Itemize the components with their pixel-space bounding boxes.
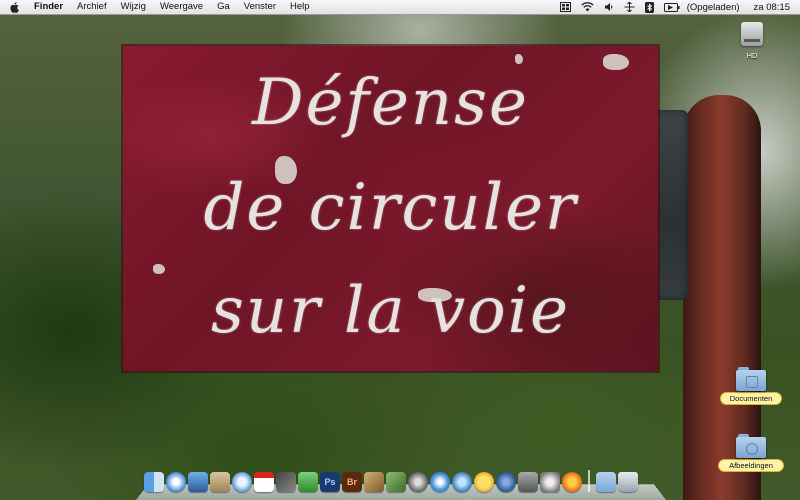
address-book-icon[interactable] [276, 472, 296, 492]
hard-drive-label: HD [746, 51, 758, 60]
hard-drive-desktop-icon[interactable]: HD [732, 20, 772, 60]
volume-icon[interactable] [599, 0, 619, 14]
quicktime-icon[interactable] [452, 472, 472, 492]
dock-icons: Ps Br [144, 470, 638, 492]
paint-chip [153, 264, 165, 274]
system-preferences-icon[interactable] [540, 472, 560, 492]
apple-menu-icon[interactable] [8, 0, 22, 14]
bridge-icon[interactable]: Br [342, 472, 362, 492]
documents-desktop-icon[interactable]: Documenten [720, 367, 782, 405]
menu-archief[interactable]: Archief [70, 0, 114, 14]
paint-chip [515, 54, 523, 64]
dock: Ps Br [136, 466, 666, 500]
finder-icon[interactable] [144, 472, 164, 492]
menu-help[interactable]: Help [283, 0, 317, 14]
menu-finder[interactable]: Finder [32, 0, 70, 14]
safari-icon[interactable] [166, 472, 186, 492]
status-area: (Opgeladen) za 08:15 [555, 0, 800, 14]
wifi-icon[interactable] [576, 0, 599, 14]
desktop-wallpaper: Défense de circuler sur la voie [0, 0, 800, 500]
menu-bar: Finder Archief Wijzig Weergave Ga Venste… [0, 0, 800, 15]
sign-text-line-3: sur la voie [211, 274, 570, 348]
documents-folder-icon [736, 367, 766, 391]
dvd-player-icon[interactable] [430, 472, 450, 492]
iphoto-icon[interactable] [386, 472, 406, 492]
spaces-icon[interactable] [555, 0, 576, 14]
calendar-icon[interactable] [254, 472, 274, 492]
firefox-icon[interactable] [562, 472, 582, 492]
photoshop-icon[interactable]: Ps [320, 472, 340, 492]
documents-label: Documenten [720, 392, 782, 405]
menu-ga[interactable]: Ga [210, 0, 237, 14]
trash-icon[interactable] [618, 472, 638, 492]
adium-icon[interactable] [474, 472, 494, 492]
pictures-label: Afbeeldingen [718, 459, 784, 472]
sign-text-line-2: de circuler [203, 171, 578, 245]
sign-text-line-1: Défense [252, 66, 529, 140]
google-earth-icon[interactable] [496, 472, 516, 492]
menu-weergave[interactable]: Weergave [153, 0, 210, 14]
bluetooth-icon[interactable] [640, 0, 659, 14]
mail-stamp-icon[interactable] [210, 472, 230, 492]
network-icon[interactable] [518, 472, 538, 492]
enamel-sign: Défense de circuler sur la voie [123, 46, 658, 371]
preview-icon[interactable] [188, 472, 208, 492]
itunes-icon[interactable] [232, 472, 252, 492]
dock-separator [588, 470, 590, 492]
system-icon[interactable] [408, 472, 428, 492]
photo-icon[interactable] [364, 472, 384, 492]
menu-venster[interactable]: Venster [237, 0, 283, 14]
dashboard-icon[interactable] [298, 472, 318, 492]
battery-status-label[interactable]: (Opgeladen) [685, 2, 742, 13]
sync-icon[interactable] [619, 0, 640, 14]
menu-wijzig[interactable]: Wijzig [114, 0, 153, 14]
battery-icon[interactable] [659, 0, 685, 14]
hard-drive-icon [738, 20, 766, 50]
documents-stack-icon[interactable] [596, 472, 616, 492]
menu-clock[interactable]: za 08:15 [742, 2, 800, 13]
pictures-folder-icon [736, 434, 766, 458]
pictures-desktop-icon[interactable]: Afbeeldingen [718, 434, 784, 472]
